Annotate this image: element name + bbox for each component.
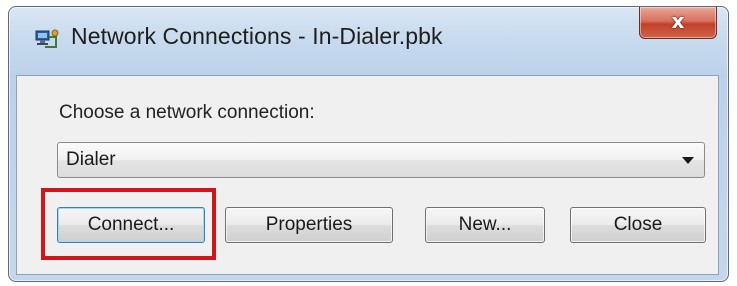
title-bar[interactable]: Network Connections - In-Dialer.pbk x xyxy=(9,7,728,75)
connect-button[interactable]: Connect... xyxy=(57,207,205,243)
network-connections-window: Network Connections - In-Dialer.pbk x Ch… xyxy=(8,6,729,282)
network-connection-icon xyxy=(33,27,59,53)
new-button[interactable]: New... xyxy=(425,207,545,243)
choose-connection-label: Choose a network connection: xyxy=(59,102,315,123)
close-icon: x xyxy=(671,9,685,33)
close-button[interactable]: Close xyxy=(570,207,706,243)
connection-select-value: Dialer xyxy=(66,149,116,170)
window-close-button[interactable]: x xyxy=(639,7,717,39)
chevron-down-icon[interactable] xyxy=(682,157,694,164)
window-title: Network Connections - In-Dialer.pbk xyxy=(71,23,443,49)
properties-button[interactable]: Properties xyxy=(225,207,393,243)
connection-select[interactable]: Dialer xyxy=(57,142,705,178)
dialog-body: Choose a network connection: Dialer Conn… xyxy=(16,75,719,275)
